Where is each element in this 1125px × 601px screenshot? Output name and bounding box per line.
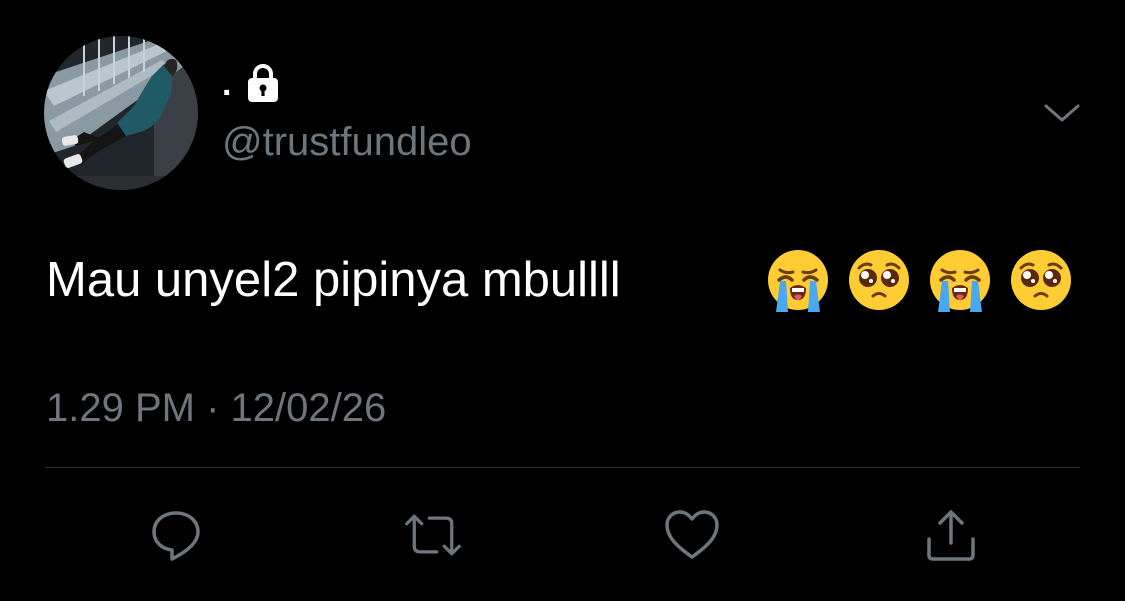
name-row: . [222, 62, 281, 106]
tweet-timestamp[interactable]: 1.29 PM · 12/02/26 [46, 384, 386, 432]
share-button[interactable] [921, 505, 981, 565]
lock-icon [245, 63, 281, 108]
divider [46, 467, 1080, 468]
heart-icon [665, 510, 719, 559]
loudly-crying-face-icon [930, 250, 990, 312]
reply-icon [152, 511, 200, 561]
retweet-button[interactable] [403, 505, 463, 565]
chevron-down-icon[interactable] [1040, 96, 1084, 128]
tweet-card: . @trustfundleo Mau unyel2 pipinya mbull… [0, 0, 1125, 601]
user-handle[interactable]: @trustfundleo [222, 118, 472, 166]
tweet-emojis [766, 248, 1073, 312]
share-icon [927, 510, 975, 561]
pleading-face-icon [849, 250, 909, 310]
reply-button[interactable] [146, 505, 206, 565]
avatar[interactable] [44, 36, 198, 190]
avatar-photo [44, 36, 198, 190]
loudly-crying-face-icon [768, 250, 828, 312]
display-name[interactable]: . [222, 62, 231, 106]
tweet-text: Mau unyel2 pipinya mbullll [46, 253, 621, 307]
retweet-icon [405, 514, 461, 556]
pleading-face-icon [1011, 250, 1071, 310]
like-button[interactable] [662, 505, 722, 565]
